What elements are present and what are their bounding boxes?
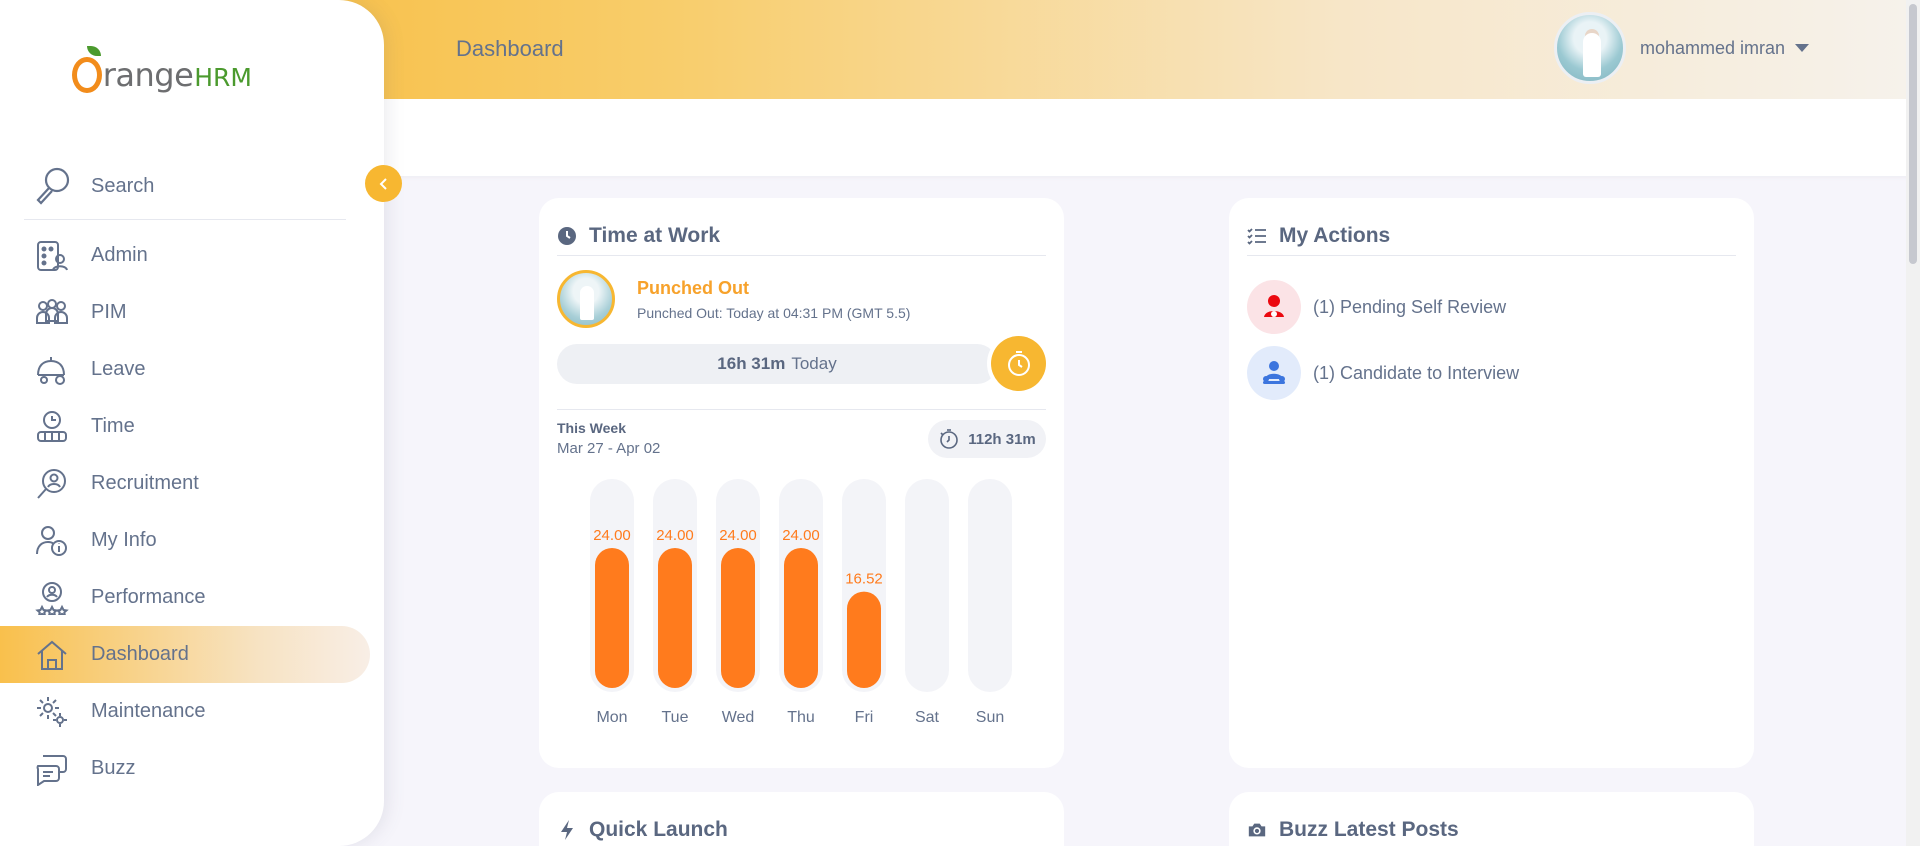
admin-icon — [34, 238, 70, 274]
sidebar-item-label: Leave — [91, 358, 146, 380]
sidebar-item-label: Buzz — [91, 757, 136, 779]
pim-icon — [34, 295, 70, 331]
candidate-icon — [1247, 346, 1301, 400]
page-title: Dashboard — [456, 36, 564, 61]
bar-track — [968, 479, 1012, 692]
buzz-icon — [34, 751, 70, 787]
sidebar: range HRM Search Admin PIM Leave Time Re… — [0, 0, 384, 846]
sidebar-item-label: Recruitment — [91, 472, 199, 494]
buzz-posts-card: Buzz Latest Posts — [1229, 792, 1754, 846]
sidebar-collapse-button[interactable] — [365, 165, 402, 202]
maintenance-icon — [34, 694, 70, 730]
x-tick-label: Wed — [722, 709, 755, 726]
my-actions-card: My Actions (1) Pending Self Review (1) C… — [1229, 198, 1754, 768]
time-icon — [34, 409, 70, 445]
sidebar-item-label: PIM — [91, 301, 127, 323]
user-name[interactable]: mohammed imran — [1640, 38, 1785, 59]
action-item-candidate-interview[interactable]: (1) Candidate to Interview — [1247, 346, 1519, 400]
sidebar-item-label: Dashboard — [91, 643, 189, 665]
sidebar-item-admin[interactable]: Admin — [0, 227, 370, 284]
camera-icon — [1247, 820, 1267, 840]
chevron-left-icon — [379, 177, 387, 190]
sidebar-item-buzz[interactable]: Buzz — [0, 740, 370, 797]
dashboard-icon — [34, 637, 70, 673]
card-title: Buzz Latest Posts — [1279, 818, 1459, 841]
bar-mon[interactable] — [595, 548, 629, 688]
quick-launch-card: Quick Launch — [539, 792, 1064, 846]
bar-fri[interactable] — [847, 591, 881, 688]
avatar[interactable] — [1554, 12, 1626, 84]
sidebar-item-label: Admin — [91, 244, 148, 266]
scrollbar-thumb[interactable] — [1909, 4, 1917, 264]
self-review-icon — [1247, 280, 1301, 334]
sidebar-item-label: Time — [91, 415, 135, 437]
lightning-icon — [557, 820, 577, 840]
time-at-work-card: Time at Work Punched Out Punched Out: To… — [539, 198, 1064, 768]
recruitment-icon — [34, 466, 70, 502]
sidebar-item-time[interactable]: Time — [0, 398, 370, 455]
sidebar-item-performance[interactable]: Performance — [0, 569, 370, 626]
x-tick-label: Sun — [976, 709, 1004, 726]
list-icon — [1247, 226, 1267, 246]
card-header: My Actions — [1247, 216, 1736, 256]
leave-icon — [34, 352, 70, 388]
action-label[interactable]: (1) Pending Self Review — [1313, 297, 1506, 318]
sidebar-item-label: Performance — [91, 586, 206, 608]
bar-tue[interactable] — [658, 548, 692, 688]
data-label: 16.52 — [845, 571, 883, 588]
brand-word: range — [102, 56, 194, 94]
caret-down-icon[interactable] — [1795, 44, 1810, 52]
card-title: My Actions — [1279, 223, 1391, 247]
bar-wed[interactable] — [721, 548, 755, 688]
card-header: Buzz Latest Posts — [1247, 810, 1736, 846]
search-icon — [34, 166, 72, 211]
x-tick-label: Tue — [662, 709, 689, 726]
sidebar-menu: Admin PIM Leave Time Recruitment My Info… — [0, 227, 370, 797]
weekly-hours-chart: 24.00 Mon 24.00 Tue 24.00 Wed 24.00 Thu 16.52 Fri… — [590, 479, 1012, 726]
card-title: Quick Launch — [589, 818, 728, 841]
x-tick-label: Mon — [596, 709, 627, 726]
action-item-self-review[interactable]: (1) Pending Self Review — [1247, 280, 1506, 334]
bar-track — [905, 479, 949, 692]
sidebar-item-my-info[interactable]: My Info — [0, 512, 370, 569]
data-label: 24.00 — [782, 527, 820, 544]
sidebar-item-pim[interactable]: PIM — [0, 284, 370, 341]
search-label: Search — [91, 175, 155, 197]
sidebar-item-leave[interactable]: Leave — [0, 341, 370, 398]
sidebar-search[interactable]: Search — [24, 154, 346, 220]
brand-suffix: HRM — [194, 63, 252, 92]
brand-logo[interactable]: range HRM — [72, 46, 252, 102]
sidebar-item-maintenance[interactable]: Maintenance — [0, 683, 370, 740]
orange-logo-icon — [72, 46, 102, 93]
data-label: 24.00 — [719, 527, 757, 544]
user-dropdown[interactable]: mohammed imran — [1554, 12, 1810, 84]
sidebar-item-dashboard[interactable]: Dashboard — [0, 626, 370, 683]
x-tick-label: Fri — [855, 709, 874, 726]
data-label: 24.00 — [593, 527, 631, 544]
sidebar-item-label: My Info — [91, 529, 157, 551]
sidebar-item-label: Maintenance — [91, 700, 206, 722]
bar-thu[interactable] — [784, 548, 818, 688]
my-info-icon — [34, 523, 70, 559]
sidebar-item-recruitment[interactable]: Recruitment — [0, 455, 370, 512]
data-label: 24.00 — [656, 527, 694, 544]
card-header: Quick Launch — [557, 810, 1046, 846]
x-tick-label: Thu — [787, 709, 815, 726]
performance-icon — [34, 580, 70, 616]
x-tick-label: Sat — [915, 709, 940, 726]
page-scrollbar[interactable] — [1906, 0, 1920, 846]
action-label[interactable]: (1) Candidate to Interview — [1313, 363, 1519, 384]
